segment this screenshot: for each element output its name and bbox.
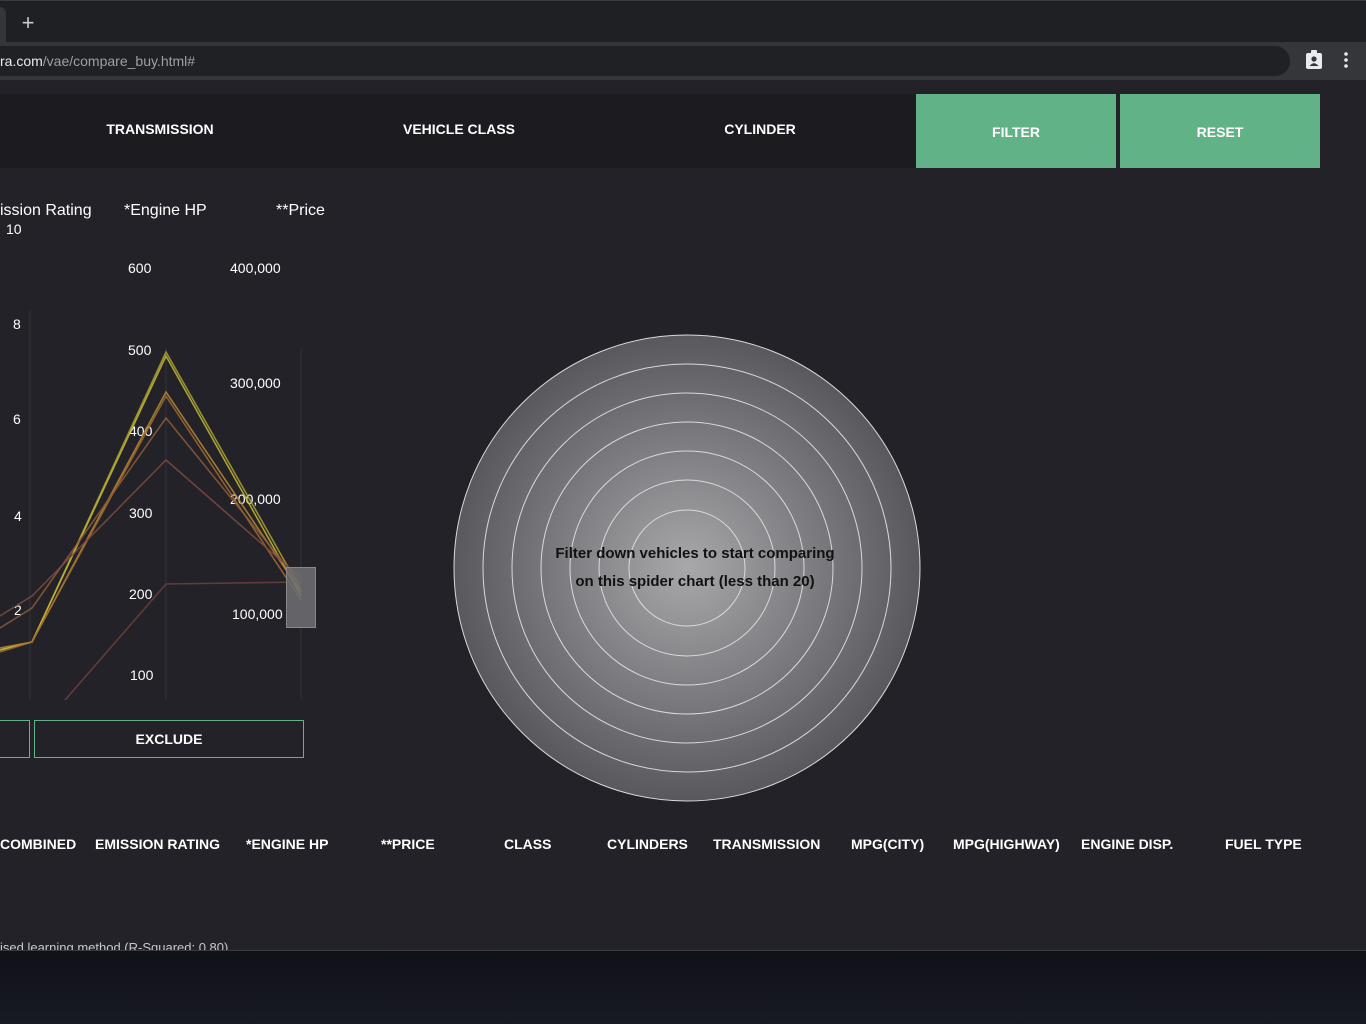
browser-tab[interactable] bbox=[0, 7, 6, 43]
series-line bbox=[0, 416, 302, 629]
series-line bbox=[0, 458, 302, 617]
price-range-brush[interactable] bbox=[286, 567, 316, 628]
col-fuel-type[interactable]: FUEL TYPE bbox=[1225, 836, 1302, 852]
url-path: /vae/compare_buy.html# bbox=[42, 53, 196, 69]
filter-button[interactable]: FILTER bbox=[916, 94, 1116, 168]
series-line bbox=[0, 350, 302, 651]
url-text[interactable]: ra.com/vae/compare_buy.html# bbox=[0, 53, 195, 69]
spider-message-line-2: on this spider chart (less than 20) bbox=[575, 573, 815, 590]
col-engine-hp[interactable]: *ENGINE HP bbox=[246, 836, 328, 852]
desktop-background bbox=[0, 950, 1366, 1024]
nav-transmission[interactable]: TRANSMISSION bbox=[60, 94, 260, 168]
col-price[interactable]: **PRICE bbox=[381, 836, 435, 852]
include-button[interactable] bbox=[0, 720, 30, 758]
col-emission-rating[interactable]: EMISSION RATING bbox=[95, 836, 220, 852]
col-combined[interactable]: COMBINED bbox=[0, 836, 76, 852]
spider-message-line-1: Filter down vehicles to start comparing bbox=[555, 545, 835, 562]
series-line bbox=[0, 390, 302, 649]
kebab-menu-icon[interactable] bbox=[1338, 50, 1354, 70]
series-line bbox=[0, 354, 302, 651]
exclude-button[interactable]: EXCLUDE bbox=[34, 720, 304, 758]
address-bar[interactable]: ra.com/vae/compare_buy.html# bbox=[0, 46, 1290, 76]
spider-empty-message: Filter down vehicles to start comparing … bbox=[520, 540, 870, 596]
browser-tabstrip: + bbox=[0, 0, 1366, 43]
col-engine-disp[interactable]: ENGINE DISP. bbox=[1081, 836, 1173, 852]
nav-cylinder[interactable]: CYLINDER bbox=[660, 94, 860, 168]
profile-badge-icon[interactable] bbox=[1305, 50, 1323, 70]
col-mpg-city[interactable]: MPG(CITY) bbox=[851, 836, 924, 852]
new-tab-button[interactable]: + bbox=[16, 11, 40, 35]
parallel-lines-plot[interactable] bbox=[0, 160, 330, 700]
filter-navbar: TRANSMISSION VEHICLE CLASS CYLINDER bbox=[0, 94, 916, 168]
nav-vehicle-class[interactable]: VEHICLE CLASS bbox=[359, 94, 559, 168]
reset-button[interactable]: RESET bbox=[1120, 94, 1320, 168]
col-class[interactable]: CLASS bbox=[504, 836, 551, 852]
app-page: TRANSMISSION VEHICLE CLASS CYLINDER FILT… bbox=[0, 80, 1366, 950]
browser-toolbar: ra.com/vae/compare_buy.html# bbox=[0, 42, 1366, 80]
col-transmission[interactable]: TRANSMISSION bbox=[713, 836, 820, 852]
col-cylinders[interactable]: CYLINDERS bbox=[607, 836, 688, 852]
footnote-text: ised learning method (R-Squared: 0.80) bbox=[0, 940, 229, 950]
series-line bbox=[64, 581, 302, 700]
url-host: ra.com bbox=[0, 53, 43, 69]
col-mpg-highway[interactable]: MPG(HIGHWAY) bbox=[953, 836, 1060, 852]
series-lines bbox=[0, 350, 302, 700]
